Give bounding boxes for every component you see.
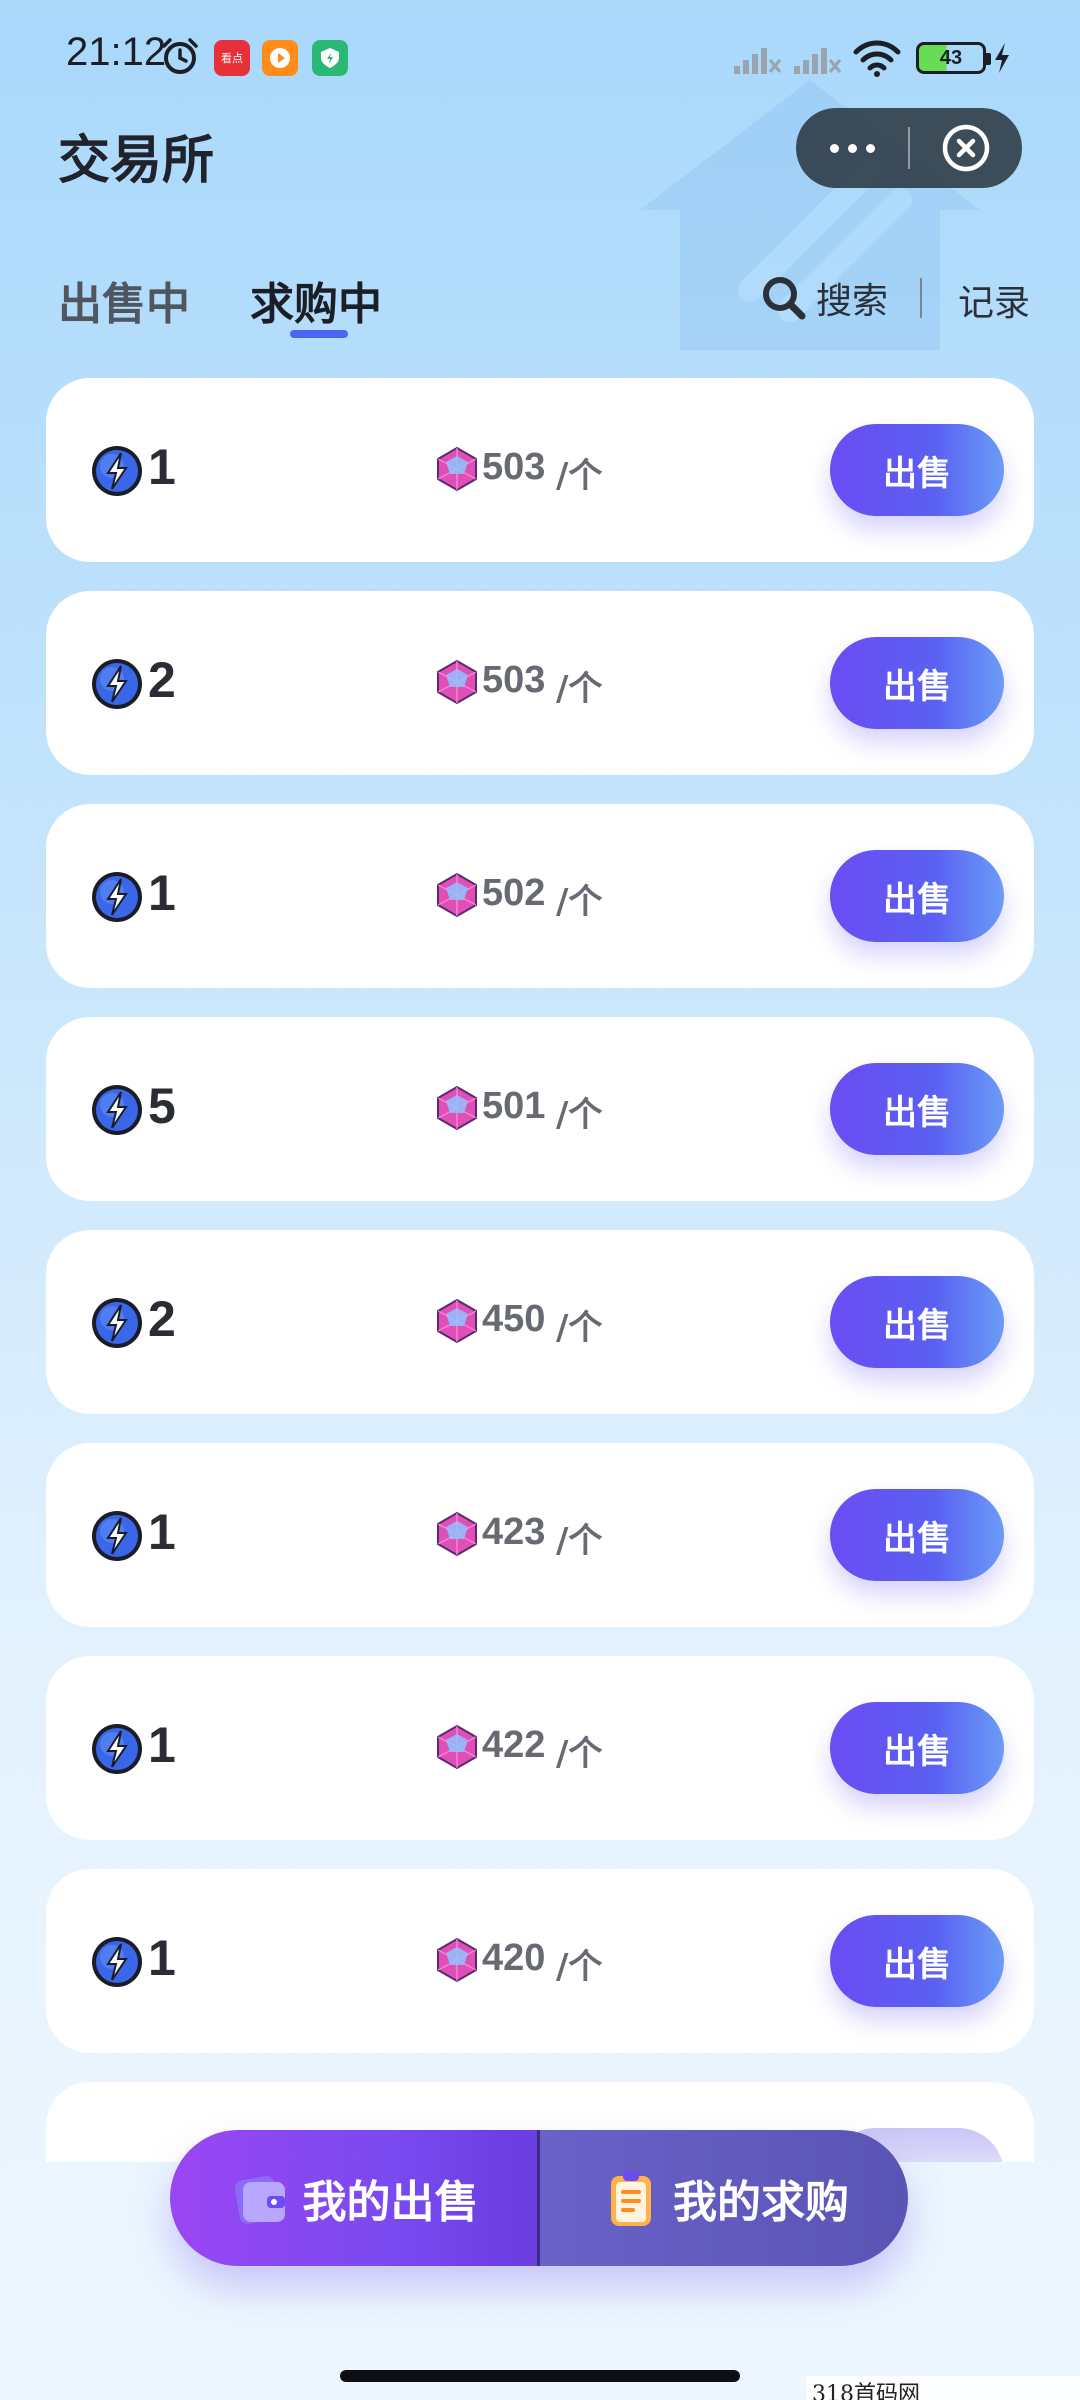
price-unit: /个 — [556, 1947, 603, 1987]
gem-icon — [437, 1298, 477, 1344]
order-quantity: 2 — [148, 1291, 176, 1347]
lightning-coin-icon — [92, 872, 142, 922]
order-quantity: 1 — [148, 865, 176, 921]
site-watermark: 318首码网 www.e318.com — [806, 2376, 1080, 2400]
lightning-coin-icon — [92, 659, 142, 709]
sell-button[interactable]: 出售 — [830, 850, 1004, 942]
bottom-action-bar: 我的出售 我的求购 — [170, 2130, 908, 2266]
wallet-icon — [234, 2176, 285, 2224]
lightning-coin-icon — [92, 1298, 142, 1348]
lightning-coin-icon — [92, 1511, 142, 1561]
sell-button[interactable]: 出售 — [830, 1702, 1004, 1794]
order-price: 502 — [482, 872, 546, 914]
price-unit: /个 — [556, 1308, 603, 1348]
battery-indicator: 43 — [916, 42, 991, 74]
charging-icon — [995, 43, 1009, 73]
status-bar: 21:12 看点 43 — [0, 0, 1080, 110]
record-button[interactable]: 记录 — [958, 274, 1030, 326]
page-title: 交易所 — [58, 131, 215, 191]
sell-button[interactable]: 出售 — [830, 1915, 1004, 2007]
toolbar-divider — [920, 278, 922, 318]
gem-icon — [437, 1085, 477, 1131]
order-card: 1 423 /个 出售 — [46, 1443, 1034, 1627]
video-app-icon — [262, 40, 298, 76]
order-quantity: 5 — [148, 1078, 176, 1134]
order-card: 5 501 /个 出售 — [46, 1017, 1034, 1201]
search-label: 搜索 — [816, 281, 889, 322]
more-dots-icon — [865, 143, 875, 153]
order-quantity: 1 — [148, 1504, 176, 1560]
order-card: 2 503 /个 出售 — [46, 591, 1034, 775]
close-button[interactable] — [910, 108, 1022, 188]
gem-icon — [437, 446, 477, 492]
order-quantity: 1 — [148, 1930, 176, 1986]
wifi-icon — [853, 40, 901, 77]
order-list: 1 503 /个 出售 2 503 /个 出售 1 502 /个 出售 5 50… — [46, 378, 1034, 2191]
sell-button[interactable]: 出售 — [830, 1489, 1004, 1581]
gem-icon — [437, 1724, 477, 1770]
sell-button[interactable]: 出售 — [830, 424, 1004, 516]
more-button[interactable] — [796, 108, 908, 188]
price-unit: /个 — [556, 882, 603, 922]
miniprogram-capsule — [796, 108, 1022, 188]
price-unit: /个 — [556, 1521, 603, 1561]
home-indicator — [340, 2370, 740, 2382]
gem-icon — [437, 659, 477, 705]
order-card: 1 422 /个 出售 — [46, 1656, 1034, 1840]
order-card: 1 420 /个 出售 — [46, 1869, 1034, 2053]
sell-button[interactable]: 出售 — [830, 1063, 1004, 1155]
my-sales-button[interactable]: 我的出售 — [170, 2130, 540, 2266]
price-unit: /个 — [556, 669, 603, 709]
order-price: 422 — [482, 1724, 546, 1766]
lightning-coin-icon — [92, 1085, 142, 1135]
more-dots-icon — [847, 143, 857, 153]
price-unit: /个 — [556, 1095, 603, 1135]
more-dots-icon — [829, 143, 839, 153]
order-price: 420 — [482, 1937, 546, 1979]
order-card: 1 502 /个 出售 — [46, 804, 1034, 988]
order-price: 423 — [482, 1511, 546, 1553]
order-price: 503 — [482, 446, 546, 488]
order-price: 503 — [482, 659, 546, 701]
order-quantity: 1 — [148, 1717, 176, 1773]
sell-button[interactable]: 出售 — [830, 1276, 1004, 1368]
order-card: 2 450 /个 出售 — [46, 1230, 1034, 1414]
gem-icon — [437, 1511, 477, 1557]
lightning-coin-icon — [92, 1937, 142, 1987]
sell-button[interactable]: 出售 — [830, 637, 1004, 729]
order-quantity: 2 — [148, 652, 176, 708]
gem-icon — [437, 1937, 477, 1983]
clipboard-icon — [611, 2171, 651, 2226]
alarm-clock-icon — [162, 38, 198, 74]
order-quantity: 1 — [148, 439, 176, 495]
my-sales-label: 我的出售 — [302, 2177, 479, 2228]
price-unit: /个 — [556, 456, 603, 496]
tab-buying[interactable]: 求购中 — [250, 268, 382, 332]
cellular-signal-icon — [794, 48, 842, 74]
cellular-signal-icon — [734, 48, 782, 74]
my-purchases-button[interactable]: 我的求购 — [540, 2130, 908, 2266]
lightning-coin-icon — [92, 1724, 142, 1774]
price-unit: /个 — [556, 1734, 603, 1774]
active-tab-indicator — [290, 330, 348, 338]
search-button[interactable]: 搜索 — [760, 272, 888, 324]
kandian-app-icon: 看点 — [214, 40, 250, 76]
order-price: 450 — [482, 1298, 546, 1340]
tab-selling[interactable]: 出售中 — [58, 268, 190, 332]
order-card: 1 503 /个 出售 — [46, 378, 1034, 562]
search-icon — [763, 277, 806, 320]
shield-app-icon — [312, 40, 348, 76]
close-icon — [942, 124, 990, 172]
my-purchases-label: 我的求购 — [673, 2177, 849, 2228]
order-price: 501 — [482, 1085, 546, 1127]
battery-level: 43 — [939, 46, 963, 69]
gem-icon — [437, 872, 477, 918]
status-time: 21:12 — [66, 30, 167, 74]
lightning-coin-icon — [92, 446, 142, 496]
